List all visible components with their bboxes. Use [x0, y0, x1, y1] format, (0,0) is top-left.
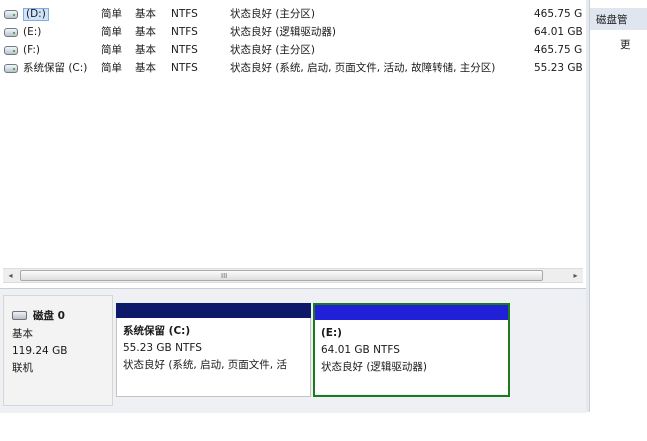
- volume-icon: [4, 64, 18, 73]
- partition-color-bar: [116, 303, 311, 318]
- volume-type: 基本: [135, 44, 156, 56]
- disk-type: 基本: [12, 328, 33, 340]
- partition-size: 55.23 GB NTFS: [123, 342, 202, 354]
- volume-filesystem: NTFS: [171, 26, 198, 38]
- scroll-left-icon[interactable]: ◂: [3, 269, 18, 282]
- volume-type: 基本: [135, 8, 156, 20]
- actions-pane: 磁盘管 更: [589, 0, 647, 412]
- volume-row-c[interactable]: 系统保留 (C:) 简单 基本 NTFS 状态良好 (系统, 启动, 页面文件,…: [0, 60, 586, 77]
- volume-icon: [4, 10, 18, 19]
- volume-filesystem: NTFS: [171, 8, 198, 20]
- volume-name: (D:): [23, 8, 49, 21]
- partition-name: 系统保留 (C:): [123, 325, 191, 337]
- partition-e-selected[interactable]: (E:) 64.01 GB NTFS 状态良好 (逻辑驱动器): [313, 303, 510, 397]
- disk-state: 联机: [12, 362, 33, 374]
- disk-0-info[interactable]: 磁盘 0 基本 119.24 GB 联机: [3, 295, 113, 406]
- partition-status: 状态良好 (系统, 启动, 页面文件, 活: [123, 359, 287, 371]
- actions-header[interactable]: 磁盘管: [590, 8, 647, 30]
- disk-graphical-view: 磁盘 0 基本 119.24 GB 联机 系统保留 (C:) 55.23 GB …: [0, 288, 586, 413]
- volume-name: (F:): [23, 44, 40, 56]
- scroll-right-icon[interactable]: ▸: [568, 269, 583, 282]
- volume-list: (D:) 简单 基本 NTFS 状态良好 (主分区) 465.75 G (E:)…: [0, 0, 586, 266]
- more-actions-link[interactable]: 更: [620, 37, 631, 52]
- volume-layout: 简单: [101, 44, 122, 56]
- volume-icon: [4, 46, 18, 55]
- partition-name: (E:): [321, 327, 342, 339]
- disk-size: 119.24 GB: [12, 345, 68, 357]
- volume-filesystem: NTFS: [171, 62, 198, 74]
- volume-capacity: 465.75 G: [534, 44, 583, 56]
- scrollbar-grip-icon: III: [221, 272, 228, 280]
- volume-capacity: 465.75 G: [534, 8, 583, 20]
- volume-icon: [4, 28, 18, 37]
- partition-size: 64.01 GB NTFS: [321, 344, 400, 356]
- volume-status: 状态良好 (逻辑驱动器): [230, 26, 337, 38]
- volume-status: 状态良好 (主分区): [230, 44, 316, 56]
- volume-layout: 简单: [101, 26, 122, 38]
- partition-system-reserved-c[interactable]: 系统保留 (C:) 55.23 GB NTFS 状态良好 (系统, 启动, 页面…: [116, 303, 311, 397]
- volume-capacity: 64.01 GB: [534, 26, 583, 38]
- volume-row-e[interactable]: (E:) 简单 基本 NTFS 状态良好 (逻辑驱动器) 64.01 GB: [0, 24, 586, 41]
- volume-layout: 简单: [101, 8, 122, 20]
- volume-layout: 简单: [101, 62, 122, 74]
- volume-filesystem: NTFS: [171, 44, 198, 56]
- disk-title: 磁盘 0: [33, 310, 65, 322]
- volume-row-d[interactable]: (D:) 简单 基本 NTFS 状态良好 (主分区) 465.75 G: [0, 6, 586, 23]
- volume-status: 状态良好 (主分区): [230, 8, 316, 20]
- volume-name: 系统保留 (C:): [23, 62, 88, 74]
- volume-type: 基本: [135, 62, 156, 74]
- volume-type: 基本: [135, 26, 156, 38]
- volume-status: 状态良好 (系统, 启动, 页面文件, 活动, 故障转储, 主分区): [230, 62, 496, 74]
- scrollbar-thumb[interactable]: III: [20, 270, 543, 281]
- partition-status: 状态良好 (逻辑驱动器): [321, 361, 428, 373]
- volume-row-f[interactable]: (F:) 简单 基本 NTFS 状态良好 (主分区) 465.75 G: [0, 42, 586, 59]
- volume-capacity: 55.23 GB: [534, 62, 583, 74]
- partition-color-bar: [315, 305, 508, 320]
- disk-icon: [12, 311, 27, 320]
- volume-name: (E:): [23, 26, 42, 38]
- horizontal-scrollbar[interactable]: ◂ III ▸: [3, 268, 583, 283]
